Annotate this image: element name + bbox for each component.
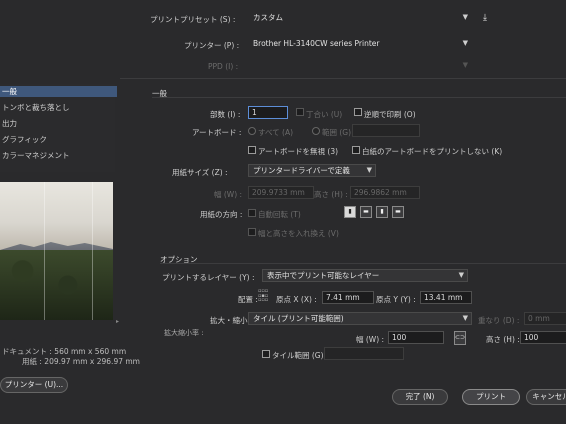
- orientation-label: 用紙の方向 :: [200, 210, 243, 219]
- media-size-label: 用紙サイズ (Z) :: [172, 168, 228, 177]
- collate-label: 丁合い (U): [306, 110, 343, 119]
- tile-line: [44, 182, 45, 320]
- tile-range-label: タイル範囲 (G) :: [272, 351, 329, 360]
- overlap-input: 0 mm: [524, 312, 566, 325]
- chevron-down-icon: ▼: [462, 13, 468, 21]
- layers-value: 表示中でプリント可能なレイヤー: [267, 271, 380, 280]
- auto-rotate-checkbox: [248, 209, 256, 217]
- ppd-label: PPD (I) :: [208, 62, 239, 71]
- sidebar-item-output[interactable]: 出力: [0, 118, 117, 129]
- scale-width-input[interactable]: 100: [388, 331, 444, 344]
- scale-value: タイル (プリント可能範囲): [253, 314, 344, 323]
- overlap-label: 重なり (D) :: [478, 316, 520, 325]
- artboard-label: アートボード :: [192, 128, 242, 137]
- chevron-down-icon: ▼: [366, 166, 372, 174]
- copies-label: 部数 (I) :: [210, 110, 241, 119]
- artboard-all-label: すべて (A): [258, 128, 294, 137]
- reverse-order-label: 逆順で印刷 (O): [364, 110, 416, 119]
- chevron-down-icon: ▼: [462, 314, 468, 322]
- skip-blank-checkbox[interactable]: [352, 146, 360, 154]
- width-input: 209.9733 mm: [248, 186, 314, 199]
- sidebar-item-marks-bleed[interactable]: トンボと裁ち落とし: [0, 102, 117, 113]
- print-preview: [0, 182, 113, 320]
- height-label: 高さ (H) :: [314, 190, 348, 199]
- sidebar: 一般 トンボと裁ち落とし 出力 グラフィック カラーマネジメント: [0, 84, 117, 172]
- preview-sky: [0, 182, 113, 250]
- height-input: 296.9862 mm: [350, 186, 420, 199]
- media-size-select[interactable]: プリンタードライバーで定義 ▼: [248, 164, 376, 177]
- ignore-artboards-label: アートボードを無視 (3): [258, 147, 339, 156]
- divider: [160, 263, 566, 264]
- chevron-down-icon: ▼: [462, 61, 468, 69]
- portrait-icon[interactable]: ▮: [344, 206, 356, 218]
- origin-x-input[interactable]: 7.41 mm: [322, 291, 374, 304]
- ppd-select: ▼: [248, 59, 472, 72]
- cancel-button[interactable]: キャンセル: [526, 389, 566, 405]
- preset-label: プリントプリセット (S) :: [150, 15, 236, 24]
- divider: [152, 97, 566, 98]
- reference-point-icon[interactable]: ▫▫▫ ▫▪▫ ▫▫▫: [258, 289, 272, 303]
- sidebar-item-general[interactable]: 一般: [0, 86, 117, 97]
- chevron-down-icon: ▼: [458, 271, 464, 279]
- printer-label: プリンター (P) :: [184, 41, 240, 50]
- landscape-flipped-icon[interactable]: ▬: [392, 206, 404, 218]
- divider: [120, 78, 566, 79]
- origin-y-input[interactable]: 13.41 mm: [420, 291, 472, 304]
- transverse-label: 幅と高さを入れ換え (V): [258, 229, 339, 238]
- tile-range-checkbox[interactable]: [262, 350, 270, 358]
- transverse-checkbox: [248, 228, 256, 236]
- media-size-info: 用紙 : 209.97 mm x 296.97 mm: [22, 357, 140, 366]
- scale-select[interactable]: タイル (プリント可能範囲) ▼: [248, 312, 472, 325]
- printer-button[interactable]: プリンター (U)...: [0, 377, 68, 393]
- ratio-label: 拡大縮小率 :: [164, 329, 204, 337]
- print-button[interactable]: プリント: [462, 389, 520, 405]
- origin-y-label: 原点 Y (Y) :: [376, 295, 416, 304]
- reverse-order-checkbox[interactable]: [354, 108, 362, 116]
- scale-label: 拡大・縮小 :: [210, 316, 253, 325]
- artboard-range-input: [352, 124, 420, 137]
- chevron-down-icon: ▼: [462, 39, 468, 47]
- portrait-flipped-icon[interactable]: ▮: [376, 206, 388, 218]
- sidebar-item-color-management[interactable]: カラーマネジメント: [0, 150, 117, 161]
- scale-height-input[interactable]: 100: [520, 331, 566, 344]
- media-size-value: プリンタードライバーで定義: [253, 166, 350, 175]
- scale-height-label: 高さ (H) :: [486, 335, 520, 344]
- printer-select[interactable]: Brother HL-3140CW series Printer ▼: [248, 37, 472, 50]
- artboard-range-label: 範囲 (G) :: [322, 128, 356, 137]
- layers-label: プリントするレイヤー (Y) :: [162, 273, 255, 282]
- sidebar-item-graphics[interactable]: グラフィック: [0, 134, 117, 145]
- ignore-artboards-checkbox[interactable]: [248, 146, 256, 154]
- artboard-all-radio: [248, 127, 256, 135]
- preset-select[interactable]: カスタム ▼: [248, 11, 472, 24]
- placement-label: 配置 :: [238, 295, 258, 304]
- scroll-handle[interactable]: ▸: [116, 318, 119, 325]
- artboard-range-radio: [312, 127, 320, 135]
- auto-rotate-label: 自動回転 (T): [258, 210, 301, 219]
- link-icon[interactable]: ⊂⊃: [454, 331, 466, 345]
- copies-input[interactable]: 1: [248, 106, 288, 119]
- tile-line: [92, 182, 93, 320]
- save-preset-icon[interactable]: ⤓: [480, 13, 490, 23]
- preview-trees: [0, 250, 113, 320]
- scale-width-label: 幅 (W) :: [356, 335, 385, 344]
- width-label: 幅 (W) :: [214, 190, 243, 199]
- printer-value: Brother HL-3140CW series Printer: [253, 39, 380, 48]
- landscape-icon[interactable]: ▬: [360, 206, 372, 218]
- preset-value: カスタム: [253, 13, 283, 22]
- collate-checkbox: [296, 108, 304, 116]
- layers-select[interactable]: 表示中でプリント可能なレイヤー ▼: [262, 269, 468, 282]
- skip-blank-label: 白紙のアートボードをプリントしない (K): [362, 147, 503, 156]
- tile-range-input: [324, 347, 404, 360]
- origin-x-label: 原点 X (X) :: [276, 295, 317, 304]
- done-button[interactable]: 完了 (N): [392, 389, 448, 405]
